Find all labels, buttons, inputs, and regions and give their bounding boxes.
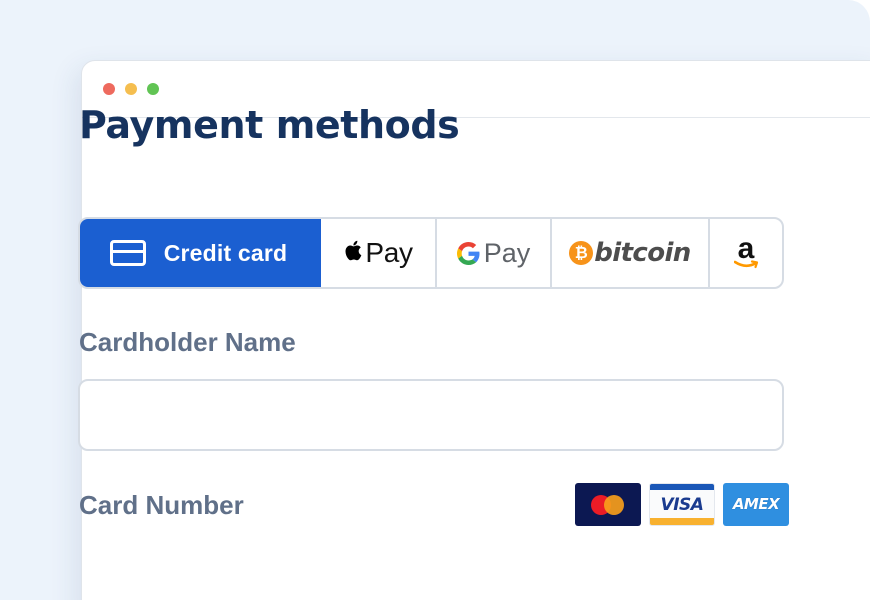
amazon-logo-icon: a [733, 234, 758, 269]
method-apple-pay[interactable]: Pay [321, 219, 437, 287]
visa-label: VISA [660, 495, 704, 515]
accepted-cards: VISA AMEX [575, 483, 797, 526]
google-g-icon [456, 241, 480, 265]
method-label: Pay [365, 237, 413, 268]
method-label: bitcoin [594, 238, 691, 268]
amex-label: AMEX [732, 495, 780, 513]
page-title: Payment methods [79, 103, 460, 147]
payment-method-selector: Credit card Pay Pay ₿ bitcoin a [78, 217, 784, 289]
apple-logo-icon [345, 240, 362, 261]
visa-icon: VISA [649, 483, 715, 526]
mastercard-icon [575, 483, 641, 526]
cardholder-name-input[interactable] [78, 379, 784, 451]
maximize-window-dot[interactable] [147, 83, 159, 95]
method-bitcoin[interactable]: ₿ bitcoin [552, 219, 710, 287]
method-label: Credit card [163, 239, 288, 266]
bitcoin-icon: ₿ [569, 241, 594, 265]
close-window-dot[interactable] [103, 83, 115, 95]
cardholder-name-label: Cardholder Name [79, 327, 296, 357]
method-amazon-pay[interactable]: a [710, 219, 782, 287]
method-credit-card[interactable]: Credit card [80, 219, 321, 287]
method-google-pay[interactable]: Pay [437, 219, 552, 287]
amazon-smile-icon [733, 260, 758, 269]
minimize-window-dot[interactable] [125, 83, 137, 95]
card-number-label: Card Number [79, 490, 244, 520]
amex-icon: AMEX [723, 483, 789, 526]
credit-card-icon [109, 240, 146, 266]
method-label: Pay [483, 237, 531, 268]
